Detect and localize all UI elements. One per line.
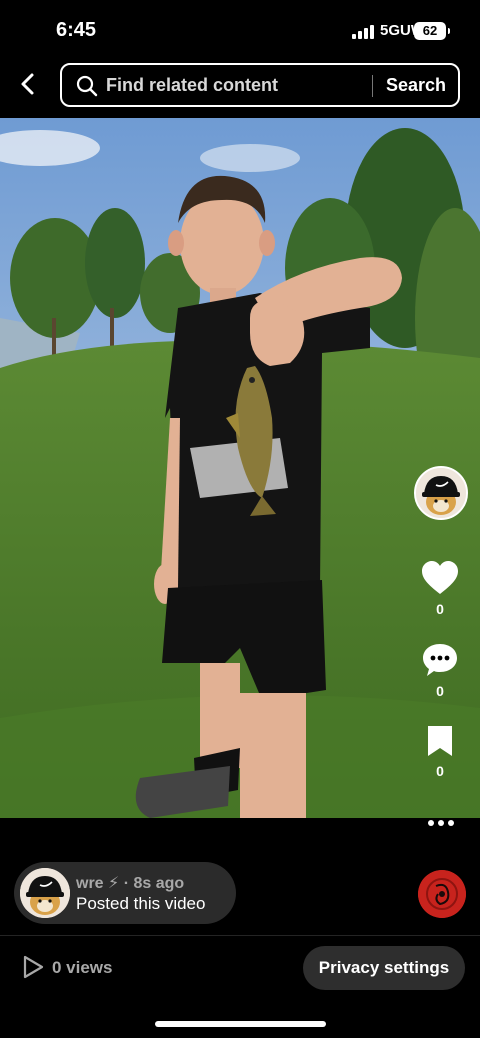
- save-button[interactable]: 0: [410, 724, 470, 779]
- more-dots-icon[interactable]: [428, 820, 456, 828]
- search-divider: [372, 75, 373, 97]
- comment-button[interactable]: 0: [410, 642, 470, 699]
- battery-indicator: 62: [414, 22, 450, 40]
- search-button[interactable]: Search: [386, 75, 446, 96]
- views-label: 0 views: [52, 958, 113, 977]
- poster-avatar[interactable]: [20, 868, 70, 918]
- music-disc-icon: [418, 870, 466, 918]
- video-frame: [0, 118, 480, 818]
- search-icon: [76, 75, 98, 97]
- post-username: wre ⚡ · 8s ago: [76, 875, 185, 892]
- post-caption: Posted this video: [76, 894, 206, 913]
- dog-avatar-icon: [20, 868, 70, 918]
- cellular-signal-icon: [352, 25, 374, 39]
- search-bar[interactable]: Find related content Search: [60, 63, 460, 107]
- privacy-settings-button[interactable]: Privacy settings: [303, 946, 465, 990]
- comment-count: 0: [436, 683, 444, 699]
- post-info[interactable]: wre ⚡ · 8s ago Posted this video: [14, 862, 236, 924]
- chevron-left-icon: [21, 73, 34, 95]
- creator-avatar[interactable]: [414, 466, 468, 520]
- status-time: 6:45: [56, 19, 97, 41]
- dog-avatar-icon: [416, 468, 466, 518]
- home-indicator[interactable]: [155, 1021, 326, 1027]
- status-bar: 6:45 5GUW 62: [0, 0, 480, 60]
- like-count: 0: [436, 601, 444, 617]
- music-disc[interactable]: [418, 870, 466, 918]
- video-player[interactable]: [0, 118, 480, 818]
- search-input[interactable]: Find related content: [106, 75, 278, 96]
- bookmark-icon: [428, 726, 452, 756]
- top-nav: Find related content Search: [0, 60, 480, 110]
- like-button[interactable]: 0: [410, 560, 470, 617]
- back-button[interactable]: [14, 70, 42, 98]
- comment-icon: [423, 644, 457, 676]
- side-actions: 0 0 0: [410, 462, 470, 832]
- bottom-divider: [0, 935, 480, 936]
- save-count: 0: [436, 763, 444, 779]
- heart-icon: [422, 561, 458, 594]
- views-counter: 0 views: [22, 955, 113, 981]
- play-icon: [23, 955, 44, 979]
